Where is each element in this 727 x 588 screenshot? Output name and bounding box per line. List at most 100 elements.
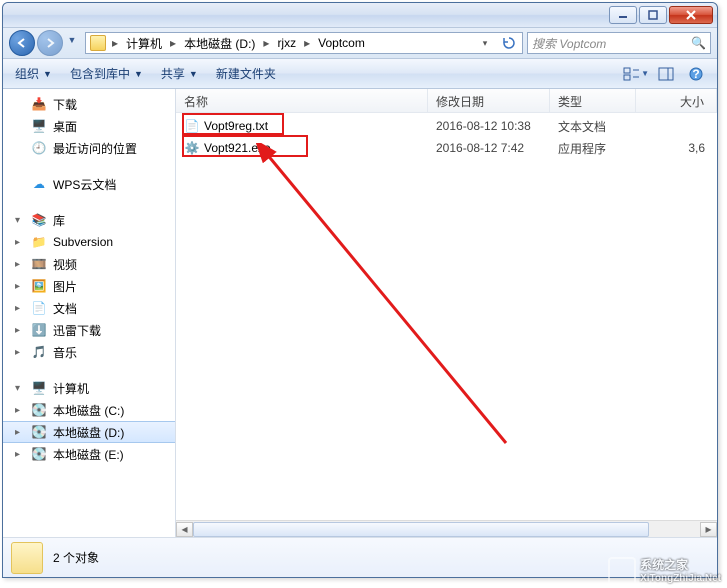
forward-button[interactable] (37, 30, 63, 56)
computer-icon: 🖥️ (31, 380, 47, 396)
column-header-type[interactable]: 类型 (550, 89, 636, 112)
search-input[interactable]: 搜索 Voptcom 🔍 (527, 32, 711, 54)
scroll-track[interactable] (193, 522, 700, 537)
file-type: 文本文档 (550, 118, 636, 135)
close-icon (685, 10, 697, 20)
refresh-button[interactable] (498, 33, 520, 53)
file-date: 2016-08-12 10:38 (428, 119, 550, 133)
sidebar-drive-c[interactable]: ▸💽本地磁盘 (C:) (3, 399, 175, 421)
sidebar-recent[interactable]: 🕘 最近访问的位置 (3, 137, 175, 159)
address-bar[interactable]: ▸ 计算机 ▸ 本地磁盘 (D:) ▸ rjxz ▸ Voptcom ▾ (85, 32, 523, 54)
nav-sidebar: 📥 下载 🖥️ 桌面 🕘 最近访问的位置 ☁ WPS云文档 ▾ (3, 89, 176, 537)
sidebar-downloads[interactable]: 📥 下载 (3, 93, 175, 115)
view-icon (623, 67, 639, 81)
column-header-size[interactable]: 大小 (636, 89, 717, 112)
breadcrumb-computer[interactable]: 计算机 (122, 33, 166, 54)
back-button[interactable] (9, 30, 35, 56)
folder-icon (90, 35, 106, 51)
sidebar-item-label: 文档 (53, 300, 77, 317)
recent-icon: 🕘 (31, 140, 47, 156)
video-icon: 🎞️ (31, 256, 47, 272)
sidebar-pictures[interactable]: ▸🖼️图片 (3, 275, 175, 297)
help-icon: ? (689, 67, 703, 81)
share-menu[interactable]: 共享▼ (157, 61, 202, 86)
folder-large-icon (11, 542, 43, 574)
chevron-right-icon: ▸ (15, 259, 20, 270)
history-dropdown[interactable]: ▼ (65, 30, 79, 50)
cloud-icon: ☁ (31, 176, 47, 192)
chevron-down-icon: ▾ (15, 383, 25, 394)
sidebar-item-label: 本地磁盘 (E:) (53, 446, 124, 463)
organize-menu[interactable]: 组织▼ (11, 61, 56, 86)
help-button[interactable]: ? (683, 63, 709, 85)
sidebar-item-label: 迅雷下载 (53, 322, 101, 339)
view-options-button[interactable]: ▼ (623, 63, 649, 85)
maximize-icon (648, 10, 658, 20)
scroll-left-button[interactable]: ◂ (176, 522, 193, 537)
breadcrumb-rjxz[interactable]: rjxz (273, 34, 300, 52)
sidebar-item-label: 计算机 (53, 380, 89, 397)
scroll-thumb[interactable] (193, 522, 649, 537)
watermark-logo-icon (608, 557, 636, 583)
sidebar-computer[interactable]: ▾ 🖥️ 计算机 (3, 377, 175, 399)
drive-icon: 💽 (31, 424, 47, 440)
minimize-icon (618, 10, 628, 20)
chevron-right-icon: ▸ (15, 427, 20, 438)
scroll-right-button[interactable]: ▸ (700, 522, 717, 537)
document-icon: 📄 (31, 300, 47, 316)
library-icon: 📚 (31, 212, 47, 228)
sidebar-item-label: 库 (53, 212, 65, 229)
sidebar-item-label: 图片 (53, 278, 77, 295)
maximize-button[interactable] (639, 6, 667, 24)
sidebar-subversion[interactable]: ▸📁Subversion (3, 231, 175, 253)
breadcrumb-drive-d[interactable]: 本地磁盘 (D:) (180, 33, 259, 54)
sidebar-drive-d[interactable]: ▸ 💽 本地磁盘 (D:) (3, 421, 175, 443)
drive-icon: 💽 (31, 402, 47, 418)
chevron-down-icon: ▼ (68, 35, 77, 45)
sidebar-xunlei[interactable]: ▸ ⬇️ 迅雷下载 (3, 319, 175, 341)
preview-pane-button[interactable] (653, 63, 679, 85)
column-header-date[interactable]: 修改日期 (428, 89, 550, 112)
sidebar-item-label: 本地磁盘 (D:) (53, 424, 124, 441)
chevron-right-icon: ▸ (15, 325, 20, 336)
chevron-down-icon: ▾ (483, 38, 488, 49)
sidebar-documents[interactable]: ▸ 📄 文档 (3, 297, 175, 319)
sidebar-music[interactable]: ▸🎵音乐 (3, 341, 175, 363)
close-button[interactable] (669, 6, 713, 24)
file-pane: 名称 修改日期 类型 大小 📄Vopt9reg.txt 2016-08-12 1… (176, 89, 717, 537)
search-placeholder: 搜索 Voptcom (532, 35, 606, 52)
include-label: 包含到库中 (70, 65, 130, 82)
breadcrumb-chevron[interactable]: ▸ (110, 36, 120, 50)
horizontal-scrollbar[interactable]: ◂ ▸ (176, 520, 717, 537)
drive-icon: 💽 (31, 446, 47, 462)
sidebar-item-label: WPS云文档 (53, 176, 116, 193)
downloads-icon: 📥 (31, 96, 47, 112)
column-header-name[interactable]: 名称 (176, 89, 428, 112)
newfolder-button[interactable]: 新建文件夹 (212, 61, 280, 86)
download-icon: ⬇️ (31, 322, 47, 338)
sidebar-videos[interactable]: ▸ 🎞️ 视频 (3, 253, 175, 275)
file-size: 3,6 (636, 141, 717, 155)
sidebar-drive-e[interactable]: ▸ 💽 本地磁盘 (E:) (3, 443, 175, 465)
annotation-box (182, 113, 284, 135)
breadcrumb-chevron[interactable]: ▸ (261, 36, 271, 50)
breadcrumb-voptcom[interactable]: Voptcom (314, 34, 369, 52)
organize-label: 组织 (15, 65, 39, 82)
sidebar-wps-cloud[interactable]: ☁ WPS云文档 (3, 173, 175, 195)
toolbar: 组织▼ 包含到库中▼ 共享▼ 新建文件夹 ▼ ? (3, 59, 717, 89)
sidebar-desktop[interactable]: 🖥️ 桌面 (3, 115, 175, 137)
sidebar-item-label: 桌面 (53, 118, 77, 135)
chevron-right-icon: ▸ (15, 303, 20, 314)
navbar: ▼ ▸ 计算机 ▸ 本地磁盘 (D:) ▸ rjxz ▸ Voptcom ▾ 搜… (3, 27, 717, 59)
chevron-right-icon: ▸ (15, 347, 20, 358)
sidebar-libraries[interactable]: ▾ 📚 库 (3, 209, 175, 231)
breadcrumb-chevron[interactable]: ▸ (168, 36, 178, 50)
desktop-icon: 🖥️ (31, 118, 47, 134)
chevron-right-icon: ▸ (15, 405, 20, 416)
chevron-right-icon: ▸ (15, 449, 20, 460)
sidebar-item-label: 视频 (53, 256, 77, 273)
include-menu[interactable]: 包含到库中▼ (66, 61, 147, 86)
breadcrumb-chevron[interactable]: ▸ (302, 36, 312, 50)
address-dropdown[interactable]: ▾ (474, 33, 496, 53)
minimize-button[interactable] (609, 6, 637, 24)
